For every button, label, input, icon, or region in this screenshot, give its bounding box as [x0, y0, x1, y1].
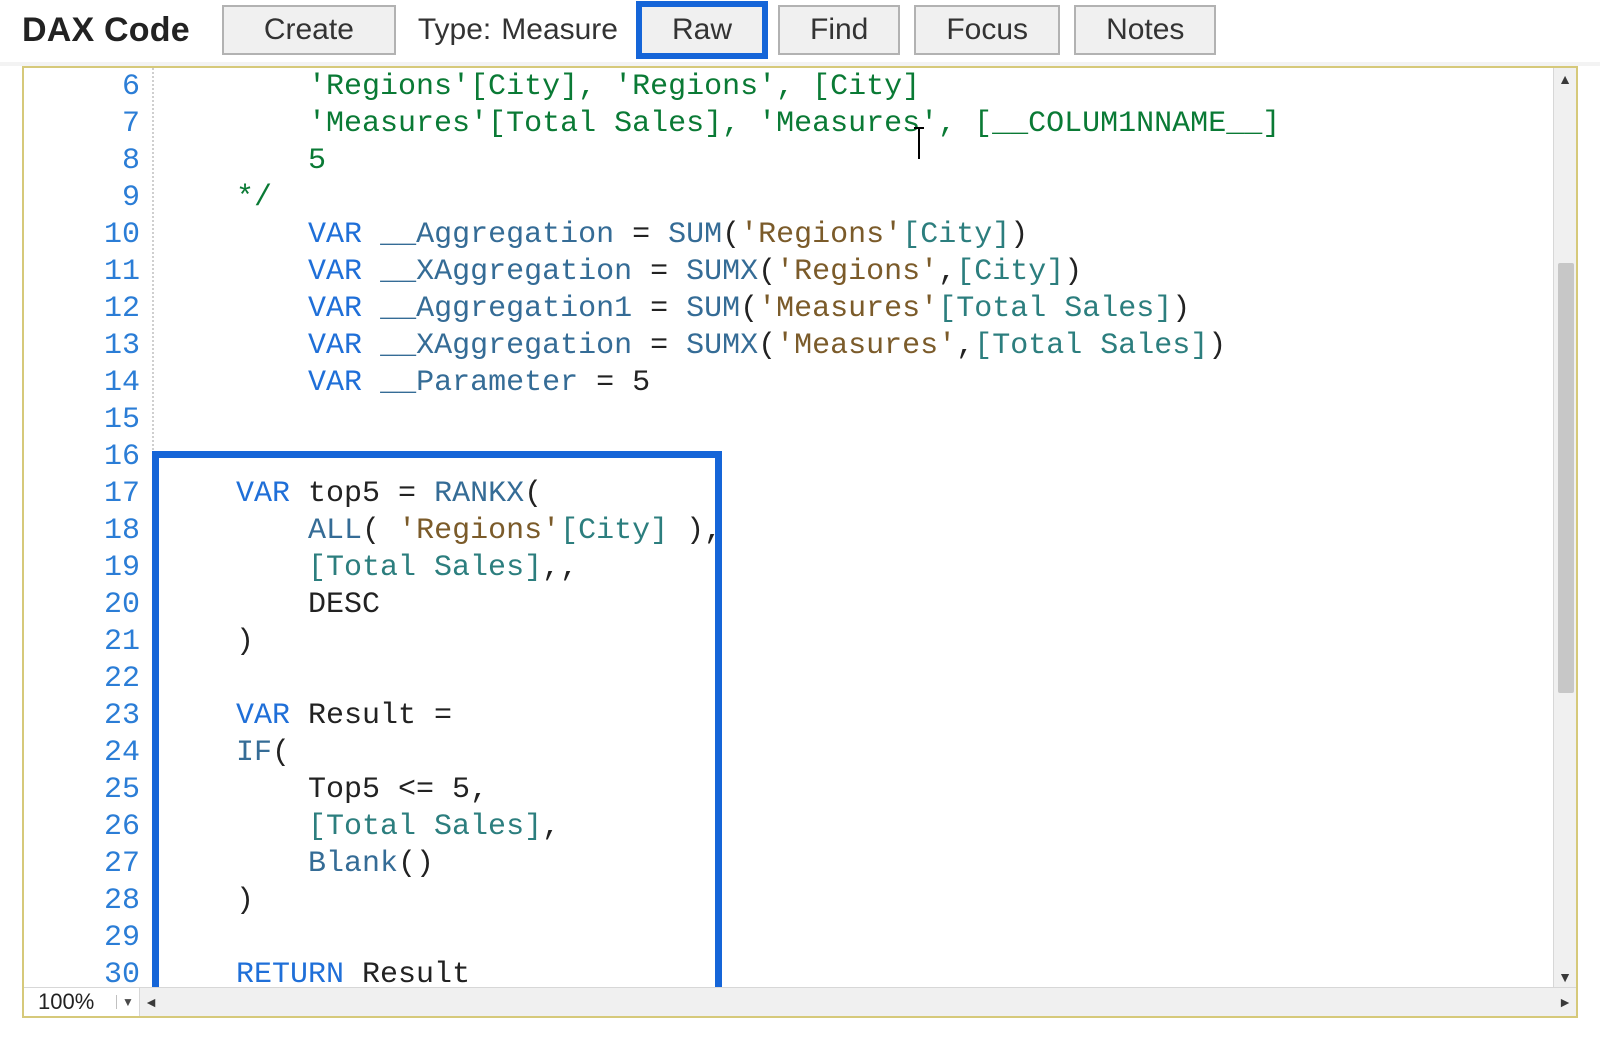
- vertical-scrollbar[interactable]: ▲ ▼: [1553, 68, 1576, 988]
- type-value: Measure: [501, 13, 618, 47]
- type-readout: Type: Measure: [410, 13, 626, 47]
- scroll-up-arrow-icon[interactable]: ▲: [1554, 68, 1576, 90]
- create-button[interactable]: Create: [222, 5, 396, 55]
- editor-bottombar: 100% ▼ ◄ ►: [24, 987, 1576, 1016]
- raw-button[interactable]: Raw: [640, 5, 764, 55]
- code-editor[interactable]: 6 7 8 9 10 11 12 13 14 15 16 17 18 19 20…: [22, 66, 1578, 1018]
- zoom-selector[interactable]: 100% ▼: [24, 988, 140, 1016]
- scroll-left-arrow-icon[interactable]: ◄: [140, 988, 162, 1016]
- vertical-scroll-thumb[interactable]: [1558, 263, 1574, 693]
- type-label: Type:: [418, 13, 491, 47]
- scroll-right-arrow-icon[interactable]: ►: [1554, 988, 1576, 1016]
- app-title: DAX Code: [22, 11, 190, 50]
- notes-button[interactable]: Notes: [1074, 5, 1216, 55]
- horizontal-scrollbar[interactable]: ◄ ►: [140, 988, 1576, 1016]
- focus-button[interactable]: Focus: [914, 5, 1060, 55]
- toolbar: DAX Code Create Type: Measure Raw Find F…: [0, 0, 1600, 66]
- zoom-value: 100%: [38, 989, 94, 1015]
- find-button[interactable]: Find: [778, 5, 900, 55]
- code-area[interactable]: 'Regions'[City], 'Regions', [City] 'Meas…: [154, 68, 1280, 988]
- dropdown-arrow-icon[interactable]: ▼: [116, 995, 139, 1009]
- scroll-down-arrow-icon[interactable]: ▼: [1554, 966, 1576, 988]
- line-gutter: 6 7 8 9 10 11 12 13 14 15 16 17 18 19 20…: [24, 68, 154, 988]
